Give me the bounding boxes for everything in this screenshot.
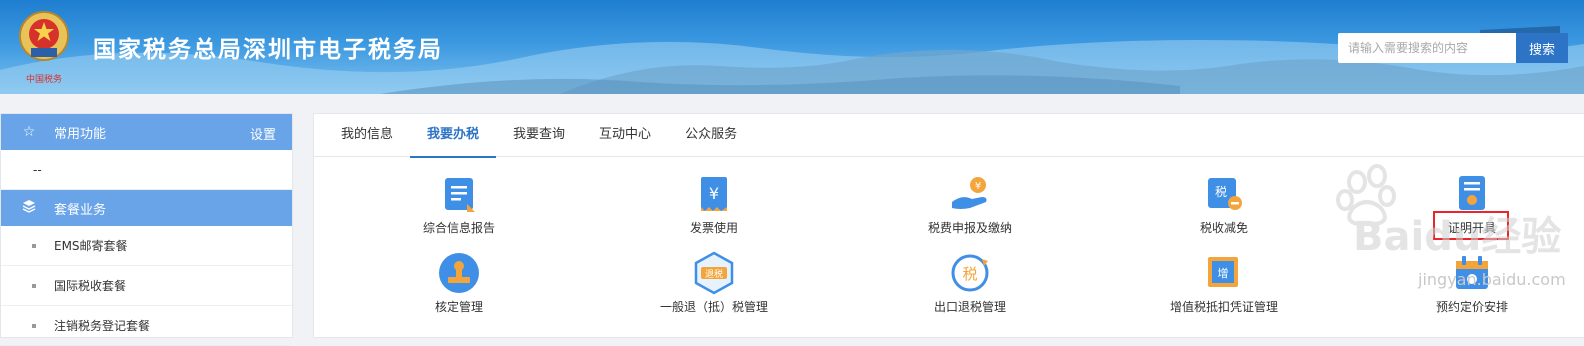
bullet-icon <box>32 243 36 248</box>
bullet-icon <box>32 323 36 328</box>
header-banner: 中国税务 国家税务总局深圳市电子税务局 搜索 <box>0 0 1584 94</box>
payment-icon: ¥ <box>952 177 987 209</box>
svg-text:¥: ¥ <box>709 184 719 203</box>
service-invoice-use[interactable]: ¥ 发票使用 <box>624 172 804 236</box>
search-input[interactable] <box>1338 33 1516 63</box>
invoice-icon: ¥ <box>701 177 727 211</box>
tab-my-info[interactable]: 我的信息 <box>324 114 410 157</box>
service-tax-declaration[interactable]: ¥ 税费申报及缴纳 <box>880 172 1060 236</box>
settings-link[interactable]: 设置 <box>250 124 276 143</box>
service-comprehensive-report[interactable]: 综合信息报告 <box>369 172 549 236</box>
service-tax-reduction[interactable]: 税 税收减免 <box>1134 172 1314 236</box>
watermark-url: jingyan.baidu.com <box>1418 270 1566 289</box>
tab-interaction[interactable]: 互动中心 <box>582 114 668 157</box>
bullet-icon <box>32 283 36 288</box>
svg-text:税: 税 <box>1215 185 1227 199</box>
tax-emblem-logo: 中国税务 <box>19 11 69 85</box>
tab-query[interactable]: 我要查询 <box>496 114 582 157</box>
vat-voucher-icon: 增 <box>1208 257 1238 287</box>
tax-reduction-icon: 税 <box>1208 178 1242 210</box>
svg-text:¥: ¥ <box>975 181 981 192</box>
export-refund-icon: 税 <box>951 254 989 292</box>
tab-bar: 我的信息 我要办税 我要查询 互动中心 公众服务 <box>314 114 1584 158</box>
sidebar-header-favorites[interactable]: ☆ 常用功能 设置 <box>1 114 292 150</box>
sidebar-item-deregistration[interactable]: 注销税务登记套餐 <box>1 306 292 346</box>
star-icon: ☆ <box>22 124 36 140</box>
svg-text:增: 增 <box>1218 266 1229 280</box>
stamp-icon <box>439 253 479 293</box>
favorites-label: 常用功能 <box>54 126 107 142</box>
tab-public-service[interactable]: 公众服务 <box>668 114 754 157</box>
refund-icon: 退税 <box>694 251 734 295</box>
svg-text:中国税务: 中国税务 <box>26 73 62 85</box>
sidebar-item-international[interactable]: 国际税收套餐 <box>1 266 292 306</box>
search-button[interactable]: 搜索 <box>1516 33 1568 63</box>
sidebar-header-packages[interactable]: 套餐业务 <box>1 190 292 226</box>
layers-icon <box>19 199 39 217</box>
tab-tax-service[interactable]: 我要办税 <box>410 114 497 158</box>
svg-text:税: 税 <box>962 265 977 283</box>
packages-label: 套餐业务 <box>54 202 107 218</box>
favorites-empty: -- <box>1 150 292 190</box>
service-export-refund[interactable]: 税 出口退税管理 <box>880 251 1060 315</box>
certificate-icon <box>1459 176 1485 210</box>
highlight-box <box>1433 211 1509 240</box>
site-title: 国家税务总局深圳市电子税务局 <box>93 37 443 63</box>
service-assessment[interactable]: 核定管理 <box>369 251 549 315</box>
report-icon <box>445 178 475 212</box>
svg-text:退税: 退税 <box>705 268 723 280</box>
service-general-refund[interactable]: 退税 一般退（抵）税管理 <box>624 251 804 315</box>
service-vat-voucher[interactable]: 增 增值税抵扣凭证管理 <box>1134 251 1314 315</box>
sidebar-item-ems[interactable]: EMS邮寄套餐 <box>1 226 292 266</box>
sidebar: ☆ 常用功能 设置 -- 套餐业务 EMS邮寄套餐 国际税收套餐 注销税务登记套… <box>0 113 293 346</box>
